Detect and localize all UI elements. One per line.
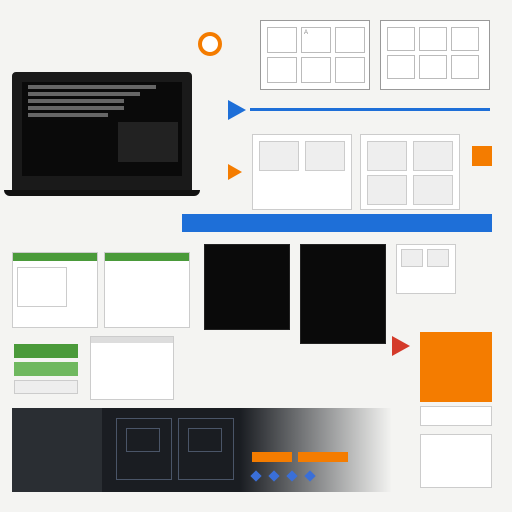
laptop-mockup [12, 72, 192, 190]
arrow-red-icon [392, 336, 410, 356]
wireframe-grid-a: A [260, 20, 370, 90]
window-browser [90, 336, 174, 400]
divider-blue [250, 108, 490, 111]
chip-green-2 [14, 362, 78, 376]
card-mid-a [252, 134, 352, 210]
card-right-small [396, 244, 456, 294]
logo-circle-icon [198, 32, 222, 56]
window-green-a [12, 252, 98, 328]
console-right [300, 244, 386, 344]
arrow-blue-icon [228, 100, 246, 120]
chip-grey [14, 380, 78, 394]
hud-tag-b [298, 452, 348, 462]
laptop-base [4, 190, 200, 196]
arrow-orange-icon [228, 164, 242, 180]
tag-orange [472, 146, 492, 166]
card-bottom-right [420, 434, 492, 488]
hud-tag-a [252, 452, 292, 462]
console-center [204, 244, 290, 330]
strip-blue [182, 214, 492, 232]
wireframe-cell-label: A [302, 28, 330, 38]
wireframe-grid-b [380, 20, 490, 90]
hud-diamonds [252, 472, 372, 486]
hud-grid [112, 414, 242, 486]
chip-green-1 [14, 344, 78, 358]
laptop-inset-image [118, 122, 178, 162]
panel-orange-large [420, 332, 492, 402]
hud-figure [12, 408, 102, 492]
hud-panel [12, 408, 392, 492]
card-mid-b [360, 134, 460, 210]
window-green-b [104, 252, 190, 328]
panel-under-orange [420, 406, 492, 426]
